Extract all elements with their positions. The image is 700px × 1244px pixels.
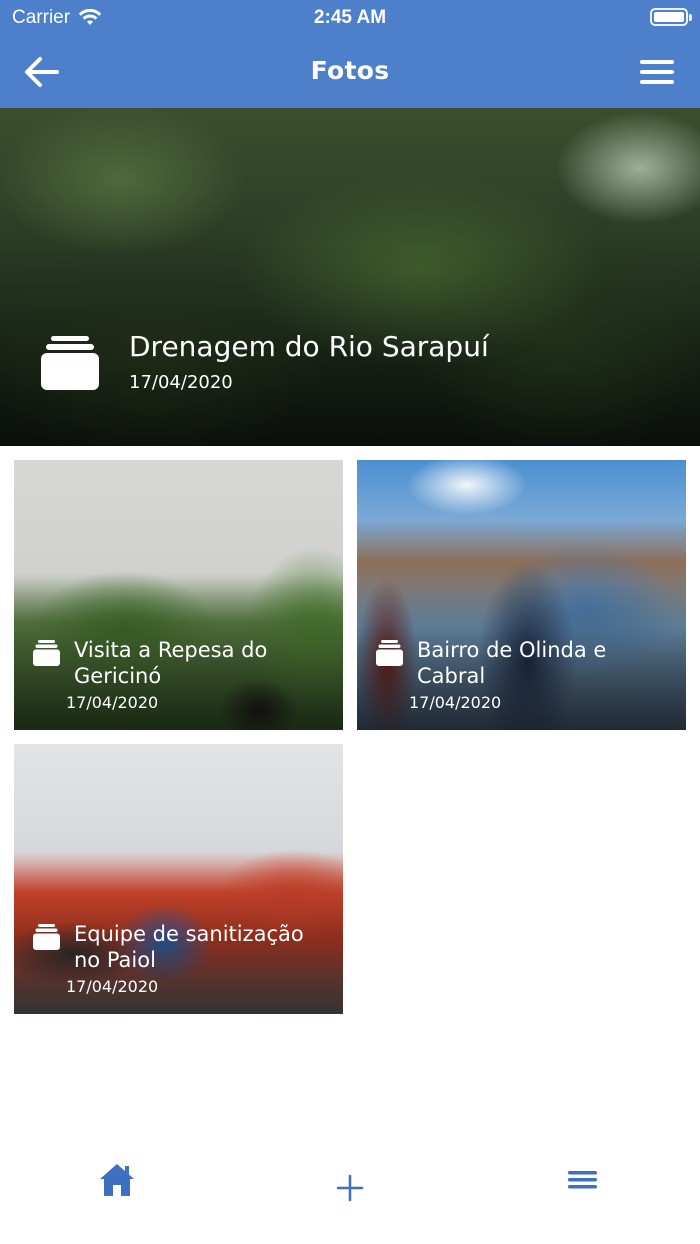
top-bar: Carrier 2:45 AM Fotos <box>0 0 700 108</box>
album-stack-icon <box>41 336 99 390</box>
battery-icon <box>650 8 692 26</box>
status-bar: Carrier 2:45 AM <box>0 0 700 36</box>
album-title: Visita a Repesa do Gericinó <box>74 638 268 688</box>
featured-album-title: Drenagem do Rio Sarapuí <box>129 330 489 363</box>
card-overlay <box>14 744 343 1014</box>
card-overlay <box>14 460 343 730</box>
album-date: 17/04/2020 <box>66 693 159 712</box>
featured-album[interactable]: Drenagem do Rio Sarapuí 17/04/2020 <box>0 108 700 446</box>
home-icon <box>100 1164 134 1196</box>
card-overlay <box>357 460 686 730</box>
clock: 2:45 AM <box>313 7 387 28</box>
album-title: Equipe de sanitização no Paiol <box>74 922 304 972</box>
menu-icon <box>568 1171 597 1189</box>
album-date: 17/04/2020 <box>66 977 159 996</box>
plus-icon <box>336 1174 364 1202</box>
tab-menu[interactable] <box>553 1150 613 1210</box>
hamburger-menu-icon <box>640 60 674 84</box>
album-stack-icon <box>33 640 60 666</box>
album-card[interactable]: Bairro de Olinda e Cabral 17/04/2020 <box>357 460 686 730</box>
album-date: 17/04/2020 <box>409 693 502 712</box>
page-title: Fotos <box>310 56 390 85</box>
featured-album-date: 17/04/2020 <box>129 372 233 393</box>
hero-overlay <box>0 108 700 446</box>
album-title: Bairro de Olinda e Cabral <box>417 638 607 688</box>
album-stack-icon <box>33 924 60 950</box>
tab-bar <box>0 1150 700 1244</box>
tab-add[interactable] <box>320 1158 380 1218</box>
menu-button[interactable] <box>638 56 678 88</box>
album-card[interactable]: Visita a Repesa do Gericinó 17/04/2020 <box>14 460 343 730</box>
album-card[interactable]: Equipe de sanitização no Paiol 17/04/202… <box>14 744 343 1014</box>
tab-home[interactable] <box>87 1150 147 1210</box>
album-stack-icon <box>376 640 403 666</box>
navigation-bar: Fotos <box>0 36 700 108</box>
